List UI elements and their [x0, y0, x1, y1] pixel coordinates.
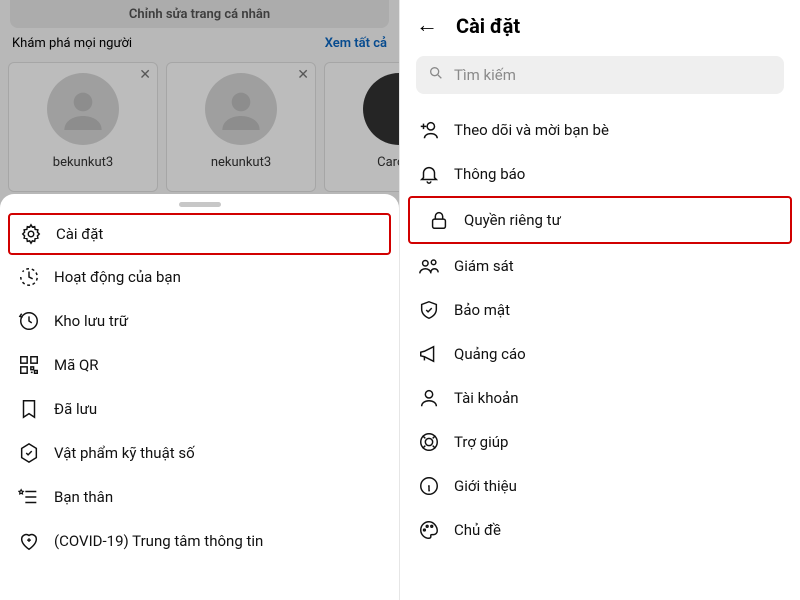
sheet-item-archive[interactable]: Kho lưu trữ — [0, 299, 399, 343]
add-user-icon — [418, 119, 440, 141]
grab-handle[interactable] — [179, 202, 221, 207]
bottom-sheet: Cài đặt Hoạt động của bạn Kho lưu trữ Mã… — [0, 194, 399, 600]
sheet-item-label: Đã lưu — [54, 400, 97, 418]
archive-icon — [18, 310, 40, 332]
sheet-item-saved[interactable]: Đã lưu — [0, 387, 399, 431]
search-wrap: Tìm kiếm — [416, 56, 784, 94]
settings-item-label: Giới thiệu — [454, 477, 517, 495]
settings-item-help[interactable]: Trợ giúp — [400, 420, 800, 464]
heart-plus-icon — [18, 530, 40, 552]
sheet-item-covid[interactable]: (COVID-19) Trung tâm thông tin — [0, 519, 399, 563]
left-pane: Chỉnh sửa trang cá nhân Khám phá mọi ngư… — [0, 0, 400, 600]
settings-header: ← Cài đặt — [400, 0, 800, 44]
settings-item-label: Quyền riêng tư — [464, 211, 561, 229]
sheet-item-settings[interactable]: Cài đặt — [8, 213, 391, 255]
sheet-item-close-friends[interactable]: Bạn thân — [0, 475, 399, 519]
palette-icon — [418, 519, 440, 541]
settings-item-label: Trợ giúp — [454, 433, 508, 451]
bookmark-icon — [18, 398, 40, 420]
list-star-icon — [18, 486, 40, 508]
search-icon — [428, 65, 444, 85]
clock-icon — [18, 266, 40, 288]
right-pane: ← Cài đặt Tìm kiếm Theo dõi và mời bạn b… — [400, 0, 800, 600]
settings-item-label: Bảo mật — [454, 301, 510, 319]
lifebuoy-icon — [418, 431, 440, 453]
settings-item-label: Thông báo — [454, 165, 525, 183]
settings-item-notifications[interactable]: Thông báo — [400, 152, 800, 196]
bell-icon — [418, 163, 440, 185]
settings-item-account[interactable]: Tài khoản — [400, 376, 800, 420]
hexagon-icon — [18, 442, 40, 464]
settings-item-label: Quảng cáo — [454, 345, 526, 363]
megaphone-icon — [418, 343, 440, 365]
shield-icon — [418, 299, 440, 321]
settings-item-privacy[interactable]: Quyền riêng tư — [408, 196, 792, 244]
settings-item-theme[interactable]: Chủ đề — [400, 508, 800, 552]
settings-item-label: Chủ đề — [454, 521, 501, 539]
sheet-item-label: Kho lưu trữ — [54, 312, 128, 330]
sheet-item-label: Mã QR — [54, 356, 99, 374]
qr-icon — [18, 354, 40, 376]
search-input[interactable]: Tìm kiếm — [416, 56, 784, 94]
sheet-item-digital[interactable]: Vật phẩm kỹ thuật số — [0, 431, 399, 475]
settings-item-supervision[interactable]: Giám sát — [400, 244, 800, 288]
settings-item-follow-invite[interactable]: Theo dõi và mời bạn bè — [400, 108, 800, 152]
settings-item-about[interactable]: Giới thiệu — [400, 464, 800, 508]
settings-item-ads[interactable]: Quảng cáo — [400, 332, 800, 376]
sheet-item-label: (COVID-19) Trung tâm thông tin — [54, 532, 263, 550]
user-icon — [418, 387, 440, 409]
settings-item-security[interactable]: Bảo mật — [400, 288, 800, 332]
page-title: Cài đặt — [456, 14, 520, 38]
settings-item-label: Theo dõi và mời bạn bè — [454, 121, 609, 139]
lock-icon — [428, 209, 450, 231]
info-icon — [418, 475, 440, 497]
sheet-item-label: Hoạt động của bạn — [54, 268, 181, 286]
sheet-item-label: Bạn thân — [54, 488, 113, 506]
settings-item-label: Giám sát — [454, 257, 514, 275]
gear-icon — [20, 223, 42, 245]
back-icon[interactable]: ← — [416, 15, 438, 37]
sheet-item-label: Cài đặt — [56, 225, 103, 243]
search-placeholder: Tìm kiếm — [454, 66, 516, 84]
people-icon — [418, 255, 440, 277]
settings-item-label: Tài khoản — [454, 389, 519, 407]
sheet-item-label: Vật phẩm kỹ thuật số — [54, 444, 195, 462]
sheet-item-qr[interactable]: Mã QR — [0, 343, 399, 387]
sheet-item-activity[interactable]: Hoạt động của bạn — [0, 255, 399, 299]
